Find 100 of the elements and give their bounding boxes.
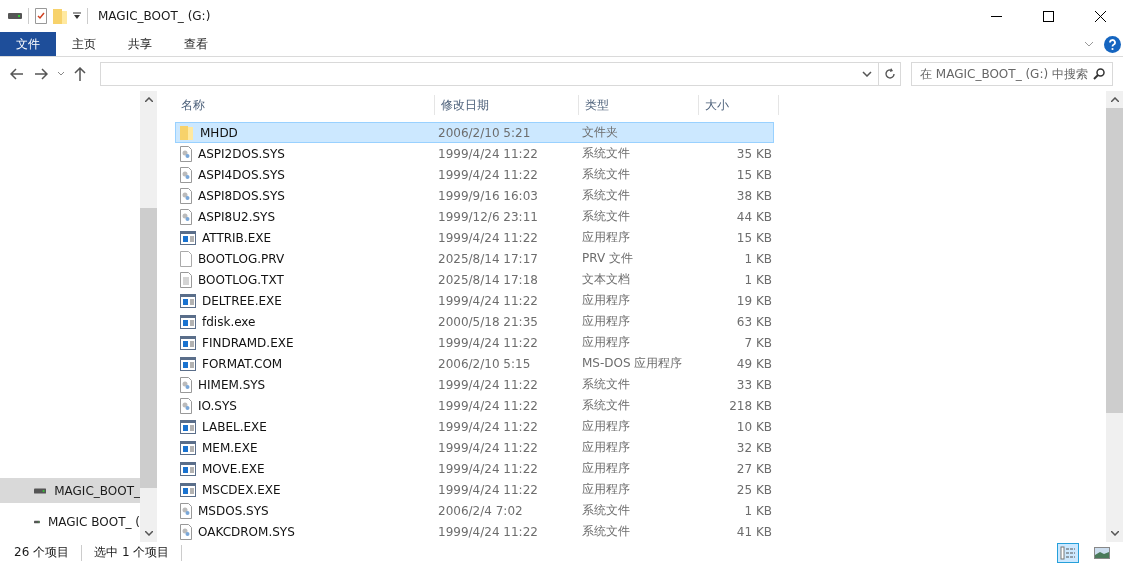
- size-cell-text: 15 KB: [735, 167, 772, 182]
- type-cell-text: 应用程序: [582, 439, 631, 456]
- details-view-button[interactable]: [1057, 542, 1079, 563]
- dropdown-icon[interactable]: [73, 12, 81, 20]
- ribbon-tab[interactable]: 主页: [56, 32, 112, 56]
- size-cell-text: 38 KB: [735, 188, 772, 203]
- chevron-down-icon: [862, 71, 872, 77]
- file-row[interactable]: MHDD 2006/2/10 5:21 文件夹: [175, 122, 774, 143]
- date-cell-text: 1999/4/24 11:22: [438, 461, 539, 476]
- file-row[interactable]: fdisk.exe 2000/5/18 21:35 应用程序 63 KB: [175, 311, 774, 332]
- column-header[interactable]: 类型: [579, 95, 699, 115]
- file-row[interactable]: ASPI8DOS.SYS 1999/9/16 16:03 系统文件 38 KB: [175, 185, 774, 206]
- system-file-icon: [180, 523, 192, 540]
- search-icon: [1093, 68, 1105, 80]
- size-cell-text: 218 KB: [728, 398, 772, 413]
- system-file-icon: [180, 187, 192, 204]
- date-cell-text: 2006/2/10 5:21: [438, 125, 532, 140]
- chevron-down-icon[interactable]: [1084, 41, 1094, 47]
- file-row[interactable]: MEM.EXE 1999/4/24 11:22 应用程序 32 KB: [175, 437, 774, 458]
- nav-item[interactable]: MAGIC_BOOT_: [0, 478, 140, 503]
- application-icon: [180, 335, 196, 350]
- system-file-icon: [180, 397, 192, 414]
- file-name: HIMEM.SYS: [198, 377, 266, 392]
- size-cell-text: 41 KB: [735, 524, 772, 539]
- application-icon: [180, 356, 196, 371]
- up-button[interactable]: [74, 67, 86, 81]
- ribbon-tab[interactable]: 共享: [112, 32, 168, 56]
- type-cell-text: 文本文档: [582, 271, 631, 288]
- file-row[interactable]: MOVE.EXE 1999/4/24 11:22 应用程序 27 KB: [175, 458, 774, 479]
- scroll-down-icon[interactable]: [1110, 531, 1119, 536]
- file-row[interactable]: HIMEM.SYS 1999/4/24 11:22 系统文件 33 KB: [175, 374, 774, 395]
- column-header[interactable]: 大小: [699, 95, 779, 115]
- file-row[interactable]: ASPI4DOS.SYS 1999/4/24 11:22 系统文件 15 KB: [175, 164, 774, 185]
- back-button[interactable]: [10, 68, 24, 80]
- size-cell-text: 19 KB: [735, 293, 772, 308]
- system-file-icon: [180, 145, 192, 162]
- file-row[interactable]: FORMAT.COM 2006/2/10 5:15 MS-DOS 应用程序 49 KB: [175, 353, 774, 374]
- date-cell-text: 2025/8/14 17:17: [438, 251, 539, 266]
- forward-button[interactable]: [34, 68, 48, 80]
- file-name: BOOTLOG.PRV: [198, 251, 285, 266]
- file-row[interactable]: BOOTLOG.TXT 2025/8/14 17:18 文本文档 1 KB: [175, 269, 774, 290]
- type-cell-text: 应用程序: [582, 313, 631, 330]
- type-cell-text: 应用程序: [582, 481, 631, 498]
- size-cell-text: 1 KB: [743, 251, 772, 266]
- size-cell-text: 63 KB: [735, 314, 772, 329]
- type-cell-text: 应用程序: [582, 229, 631, 246]
- file-name: FINDRAMD.EXE: [202, 335, 294, 350]
- size-cell-text: 1 KB: [743, 272, 772, 287]
- type-cell-text: 系统文件: [582, 397, 631, 414]
- file-row[interactable]: LABEL.EXE 1999/4/24 11:22 应用程序 10 KB: [175, 416, 774, 437]
- file-name: MHDD: [200, 125, 238, 140]
- date-cell-text: 1999/4/24 11:22: [438, 524, 539, 539]
- size-cell-text: 27 KB: [735, 461, 772, 476]
- type-cell-text: 系统文件: [582, 502, 631, 519]
- nav-scrollbar[interactable]: [140, 91, 157, 542]
- date-cell-text: 1999/4/24 11:22: [438, 398, 539, 413]
- file-row[interactable]: ASPI2DOS.SYS 1999/4/24 11:22 系统文件 35 KB: [175, 143, 774, 164]
- type-cell-text: 系统文件: [582, 208, 631, 225]
- file-row[interactable]: MSDOS.SYS 2006/2/4 7:02 系统文件 1 KB: [175, 500, 774, 521]
- maximize-icon: [1042, 10, 1054, 22]
- file-row[interactable]: IO.SYS 1999/4/24 11:22 系统文件 218 KB: [175, 395, 774, 416]
- ribbon-tab[interactable]: 查看: [168, 32, 224, 56]
- scroll-down-icon[interactable]: [144, 531, 153, 536]
- file-row[interactable]: FINDRAMD.EXE 1999/4/24 11:22 应用程序 7 KB: [175, 332, 774, 353]
- type-cell-text: 应用程序: [582, 460, 631, 477]
- file-name: ASPI4DOS.SYS: [198, 167, 285, 182]
- application-icon: [180, 293, 196, 308]
- type-cell-text: 文件夹: [582, 124, 619, 141]
- refresh-icon: [883, 68, 896, 80]
- type-cell-text: MS-DOS 应用程序: [582, 355, 684, 372]
- file-name: fdisk.exe: [202, 314, 256, 329]
- file-row[interactable]: ASPI8U2.SYS 1999/12/6 23:11 系统文件 44 KB: [175, 206, 774, 227]
- recent-dropdown[interactable]: [58, 72, 64, 76]
- column-header[interactable]: 名称: [175, 95, 435, 115]
- scroll-up-icon[interactable]: [144, 97, 153, 102]
- address-field[interactable]: [100, 62, 901, 86]
- window-title: MAGIC_BOOT_ (G:): [98, 9, 212, 23]
- application-icon: [180, 419, 196, 434]
- file-scrollbar[interactable]: [1106, 91, 1123, 542]
- file-row[interactable]: DELTREE.EXE 1999/4/24 11:22 应用程序 19 KB: [175, 290, 774, 311]
- search-field[interactable]: 在 MAGIC_BOOT_ (G:) 中搜索: [911, 62, 1113, 86]
- file-row[interactable]: MSCDEX.EXE 1999/4/24 11:22 应用程序 25 KB: [175, 479, 774, 500]
- column-header[interactable]: 修改日期: [435, 95, 579, 115]
- file-row[interactable]: OAKCDROM.SYS 1999/4/24 11:22 系统文件 41 KB: [175, 521, 774, 542]
- drive-icon: [8, 13, 22, 19]
- close-icon: [1094, 10, 1106, 22]
- nav-item[interactable]: MAGIC BOOT_ (: [0, 509, 140, 534]
- size-cell-text: 1 KB: [743, 503, 772, 518]
- date-cell-text: 1999/4/24 11:22: [438, 335, 539, 350]
- application-icon: [180, 461, 196, 476]
- properties-icon[interactable]: [35, 8, 47, 24]
- type-cell-text: PRV 文件: [582, 250, 634, 267]
- file-row[interactable]: BOOTLOG.PRV 2025/8/14 17:17 PRV 文件 1 KB: [175, 248, 774, 269]
- help-icon[interactable]: [1104, 35, 1121, 53]
- date-cell-text: 1999/4/24 11:22: [438, 419, 539, 434]
- file-name: ATTRIB.EXE: [202, 230, 272, 245]
- text-file-icon: [180, 271, 192, 288]
- scroll-up-icon[interactable]: [1110, 97, 1119, 102]
- file-row[interactable]: ATTRIB.EXE 1999/4/24 11:22 应用程序 15 KB: [175, 227, 774, 248]
- ribbon-tab[interactable]: 文件: [0, 32, 56, 56]
